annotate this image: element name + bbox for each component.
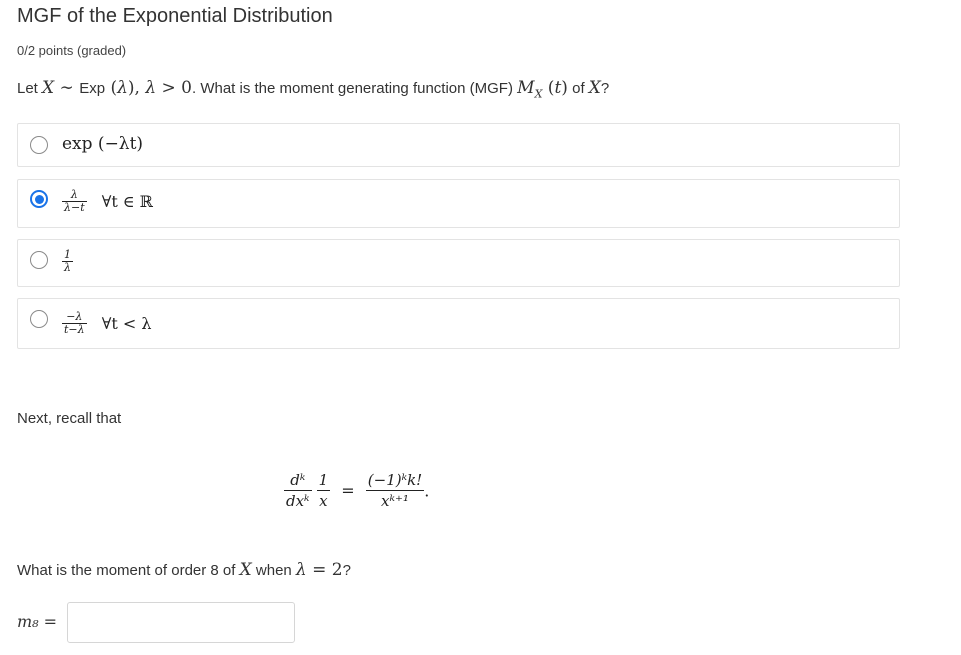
fraction-numerator: λ (70, 188, 78, 201)
answer-input[interactable] (67, 602, 295, 643)
choice-option-2[interactable]: λ λ−t ∀t ∈ ℝ (17, 179, 900, 228)
choice-math-2: λ λ−t ∀t ∈ ℝ (62, 188, 154, 215)
fraction-denominator: t−λ (62, 323, 87, 337)
choice-option-1[interactable]: exp (−λt) (17, 123, 900, 167)
choice-math-4: −λ t−λ ∀t < λ (62, 310, 152, 337)
question-prefix: Let (17, 80, 38, 97)
math-x-distribution: X ∼ (42, 78, 80, 98)
question-text: Let X ∼ Exp (λ), λ > 0. What is the mome… (17, 78, 609, 100)
choice-label-1: exp (−λt) (62, 134, 144, 154)
choice-condition-4: ∀t < λ (101, 314, 152, 334)
choice-condition-2: ∀t ∈ ℝ (101, 192, 154, 212)
formula-one-over-x: 1 x (316, 470, 331, 512)
formula-equals: = (341, 481, 355, 501)
fraction: λ λ−t (62, 188, 87, 215)
radio-button-3[interactable] (30, 251, 48, 269)
fraction-denominator: λ−t (62, 201, 87, 215)
radio-button-4[interactable] (30, 310, 48, 328)
radio-button-1[interactable] (30, 136, 48, 154)
fraction-numerator: 1 (64, 248, 71, 261)
formula-num: 1 (318, 471, 329, 489)
answer-label: m₈ = (17, 612, 58, 631)
moment-question-mid: when (255, 562, 292, 579)
choice-math-3: 1 λ (62, 248, 73, 274)
math-x: X (239, 560, 252, 580)
fraction-denominator: λ (62, 261, 73, 274)
moment-question-prefix: What is the moment of order 8 of (17, 562, 236, 579)
formula-den: dxᵏ (284, 490, 312, 511)
math-lambda-condition: (λ), λ > 0 (105, 78, 192, 98)
formula-den: xᵏ⁺¹ (365, 490, 425, 511)
question-mid: . What is the moment generating function… (192, 80, 513, 97)
problem-title: MGF of the Exponential Distribution (17, 5, 333, 27)
points-status: 0/2 points (graded) (17, 43, 127, 58)
moment-question-end: ? (342, 562, 351, 579)
question-end: ? (600, 80, 610, 97)
fraction-numerator: −λ (66, 310, 83, 323)
fraction: −λ t−λ (62, 310, 87, 337)
question-of: of (572, 80, 585, 97)
choice-option-4[interactable]: −λ t−λ ∀t < λ (17, 298, 900, 349)
math-lambda-value: λ = 2 (295, 560, 343, 580)
formula-num: (−1)ᵏk! (367, 471, 423, 489)
fraction: 1 λ (62, 248, 73, 274)
moment-question: What is the moment of order 8 of X when … (17, 560, 351, 580)
derivative-formula: dᵏ dxᵏ 1 x = (−1)ᵏk! xᵏ⁺¹ . (284, 470, 429, 512)
formula-period: . (424, 481, 430, 501)
formula-rhs: (−1)ᵏk! xᵏ⁺¹ (365, 470, 425, 512)
math-mgf: MX (t) (517, 78, 568, 101)
formula-derivative-operator: dᵏ dxᵏ (284, 470, 312, 512)
exp-label: Exp (79, 80, 106, 97)
recall-text: Next, recall that (17, 410, 122, 427)
radio-button-2-selected[interactable] (30, 190, 48, 208)
math-x: X (588, 78, 601, 98)
formula-den: x (316, 490, 331, 511)
formula-num: dᵏ (290, 471, 306, 489)
choice-option-3[interactable]: 1 λ (17, 239, 900, 287)
